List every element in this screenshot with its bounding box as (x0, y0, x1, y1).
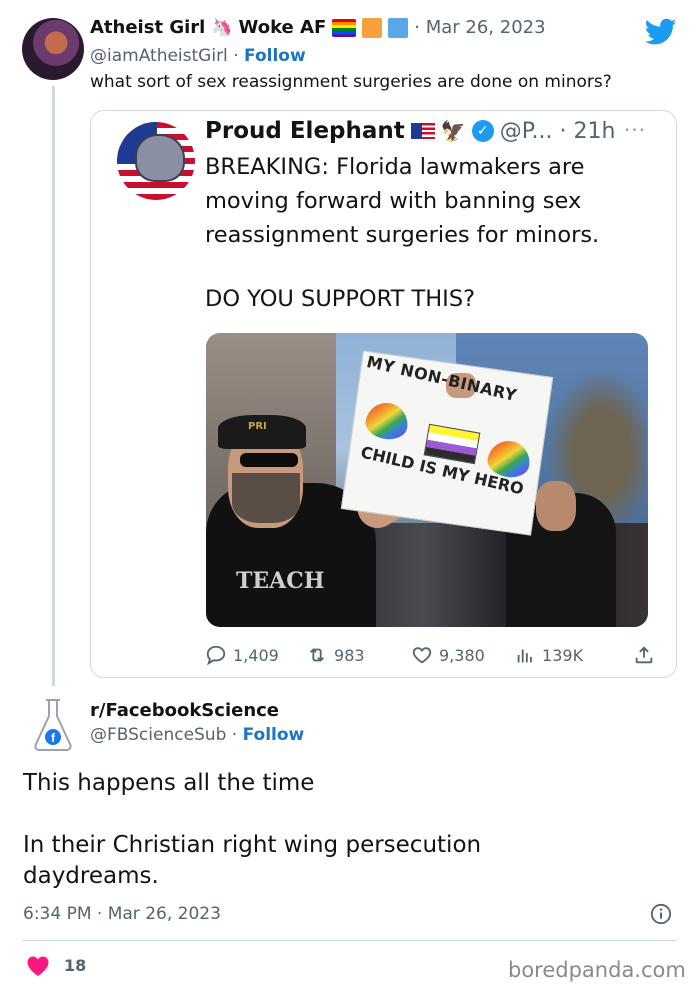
quoted-author-row[interactable]: Proud Elephant 🦅 ✓ @P... · 21h (205, 118, 615, 144)
views-chart-icon (517, 649, 532, 663)
photo-man-beard (232, 473, 300, 523)
twitter-bird-icon[interactable] (645, 18, 677, 46)
flask-facebook-avatar[interactable]: f (22, 694, 84, 756)
photo-man-sunglasses (240, 453, 298, 467)
verified-badge-icon: ✓ (471, 120, 494, 142)
heart-outline-icon (412, 647, 432, 664)
quoted-text: BREAKING: Florida lawmakers are moving f… (205, 154, 600, 248)
tweet-photo[interactable]: PRI TEACH MY NON-BINARY CHILD IS MY HERO (206, 333, 648, 627)
rainbow-flag-icon (332, 18, 357, 37)
author-name-row[interactable]: Atheist Girl 🦄 Woke AF · Mar 26, 2023 (90, 17, 546, 38)
tweet-date[interactable]: · Mar 26, 2023 (414, 17, 545, 38)
quoted-handle-time[interactable]: @P... · 21h (500, 119, 616, 144)
retweet-action[interactable]: 983 (306, 644, 411, 666)
quoted-question: DO YOU SUPPORT THIS? (205, 286, 476, 312)
author-tag: Woke AF (238, 17, 327, 38)
author-handle-row: @iamAtheistGirl · Follow (90, 46, 306, 66)
views-count: 139K (542, 645, 584, 665)
shirt-text: TEACH (236, 568, 325, 594)
separator: · (226, 725, 243, 745)
reply-text-line1: This happens all the time (23, 770, 315, 796)
author-name[interactable]: Atheist Girl (90, 17, 205, 38)
views-action[interactable]: 139K (514, 644, 621, 666)
quoted-author-name[interactable]: Proud Elephant (205, 118, 405, 144)
reply-icon (206, 645, 226, 666)
more-options-icon[interactable]: ··· (624, 118, 646, 142)
info-icon[interactable] (650, 903, 672, 925)
like-action[interactable]: 9,380 (411, 644, 514, 666)
eagle-icon: 🦅 (440, 119, 466, 143)
retweet-count: 983 (334, 645, 365, 665)
quoted-avatar[interactable] (117, 122, 195, 200)
heart-filled-icon[interactable] (26, 955, 50, 977)
watermark: boredpanda.com (508, 958, 686, 982)
reply-handle[interactable]: @FBScienceSub (90, 725, 226, 745)
share-action[interactable] (633, 644, 655, 666)
reply-author-name[interactable]: r/FacebookScience (90, 700, 279, 721)
photo-person-right-head (536, 481, 576, 531)
divider (22, 940, 677, 941)
reply-action[interactable]: 1,409 (205, 644, 304, 666)
unicorn-icon: 🦄 (211, 17, 233, 38)
reply-text-line2: In their Christian right wing persecutio… (23, 832, 482, 889)
reply-timestamp[interactable]: 6:34 PM · Mar 26, 2023 (23, 904, 221, 924)
tweet-action-bar: 1,409 983 9,380 139K (205, 643, 655, 667)
follow-button[interactable]: Follow (244, 46, 306, 66)
reply-handle-row: @FBScienceSub · Follow (90, 725, 304, 745)
photo-man-cap: PRI (218, 415, 306, 449)
reply-count: 1,409 (233, 645, 279, 665)
avatar[interactable] (22, 18, 84, 80)
tweet-text: what sort of sex reassignment surgeries … (90, 72, 612, 92)
like-count: 9,380 (439, 645, 485, 665)
thread-line (52, 86, 55, 686)
us-flag-icon (410, 123, 435, 139)
blue-square-icon (388, 17, 409, 38)
follow-button[interactable]: Follow (243, 725, 305, 745)
separator: · (227, 46, 245, 66)
reply-like-count: 18 (64, 956, 87, 975)
author-handle[interactable]: @iamAtheistGirl (90, 46, 228, 66)
cap-text: PRI (248, 421, 267, 432)
orange-square-icon (362, 17, 383, 38)
elephant-icon (135, 134, 185, 182)
retweet-icon (309, 648, 325, 662)
share-icon (635, 646, 653, 664)
